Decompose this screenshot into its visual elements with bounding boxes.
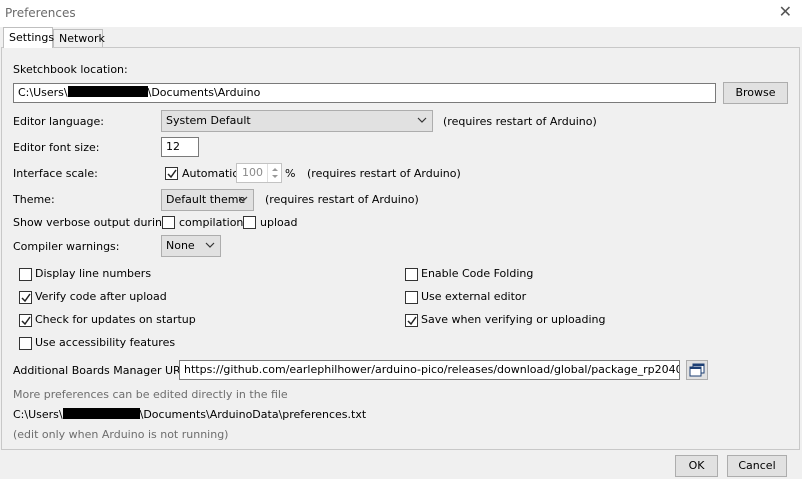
verbose-label: Show verbose output during: <box>13 216 173 229</box>
automatic-label: Automatic <box>182 167 239 180</box>
boards-manager-urls-input[interactable]: https://github.com/earlephilhower/arduin… <box>179 360 680 380</box>
save-when-verifying-label: Save when verifying or uploading <box>421 313 606 326</box>
accessibility-label: Use accessibility features <box>35 336 176 349</box>
edit-note: (edit only when Arduino is not running) <box>13 428 229 441</box>
sketchbook-path-suffix: \Documents\Arduino <box>147 86 261 99</box>
prefs-path-prefix: C:\Users\ <box>13 408 63 421</box>
tab-settings-label: Settings <box>9 31 55 44</box>
code-folding-label: Enable Code Folding <box>421 267 534 280</box>
settings-panel: Sketchbook location: C:\Users\ \Documents… <box>1 47 800 450</box>
check-icon <box>167 169 177 179</box>
save-when-verifying-checkbox[interactable] <box>405 314 418 327</box>
theme-label: Theme: <box>13 193 55 206</box>
browse-button[interactable]: Browse <box>723 82 788 104</box>
chevron-down-icon <box>205 242 215 248</box>
code-folding-checkbox[interactable] <box>405 268 418 281</box>
editor-language-label: Editor language: <box>13 115 104 128</box>
theme-select[interactable]: Default theme <box>161 189 254 211</box>
tab-settings[interactable]: Settings <box>3 27 55 48</box>
check-icon <box>21 316 31 326</box>
editor-language-value: System Default <box>166 114 251 127</box>
browse-button-label: Browse <box>735 86 776 99</box>
more-prefs-note: More preferences can be edited directly … <box>13 388 288 401</box>
compilation-label: compilation <box>179 216 244 229</box>
theme-value: Default theme <box>166 193 246 206</box>
redacted-username <box>67 86 148 97</box>
dialog-footer: OK Cancel <box>0 450 802 479</box>
window-icon <box>689 363 705 377</box>
external-editor-label: Use external editor <box>421 290 527 303</box>
spinner-up-down-icon <box>272 168 278 178</box>
theme-note: (requires restart of Arduino) <box>265 193 419 206</box>
cancel-button-label: Cancel <box>738 459 776 472</box>
interface-scale-note: (requires restart of Arduino) <box>307 167 461 180</box>
tab-network[interactable]: Network <box>53 29 105 48</box>
sketchbook-path-prefix: C:\Users\ <box>18 86 68 99</box>
check-icon <box>407 316 417 326</box>
compiler-warnings-value: None <box>166 239 195 252</box>
boards-manager-label: Additional Boards Manager URLs: <box>13 364 197 377</box>
upload-label: upload <box>260 216 298 229</box>
tab-strip: Settings Network <box>0 27 802 48</box>
verify-after-upload-label: Verify code after upload <box>35 290 167 303</box>
interface-scale-label: Interface scale: <box>13 167 98 180</box>
boards-manager-urls-value: https://github.com/earlephilhower/arduin… <box>184 363 679 376</box>
check-updates-checkbox[interactable] <box>19 314 32 327</box>
ok-button[interactable]: OK <box>675 455 718 477</box>
accessibility-checkbox[interactable] <box>19 337 32 350</box>
sketchbook-location-input[interactable]: C:\Users\ \Documents\Arduino <box>13 83 716 103</box>
upload-checkbox[interactable] <box>243 216 256 229</box>
font-size-input[interactable]: 12 <box>161 137 199 157</box>
close-icon[interactable]: ✕ <box>779 3 792 21</box>
redacted-username <box>62 408 140 419</box>
interface-scale-value: 100 <box>242 166 263 179</box>
check-updates-label: Check for updates on startup <box>35 313 196 326</box>
window-title: Preferences <box>5 6 76 20</box>
ok-button-label: OK <box>688 459 705 472</box>
interface-scale-unit: % <box>285 167 296 180</box>
tab-network-label: Network <box>59 32 105 45</box>
edit-urls-button[interactable] <box>686 360 708 380</box>
font-size-value: 12 <box>166 140 180 153</box>
title-bar: Preferences ✕ <box>0 0 802 27</box>
chevron-down-icon <box>238 196 248 202</box>
spinner-arrows[interactable] <box>267 164 281 182</box>
compiler-warnings-select[interactable]: None <box>161 235 221 257</box>
display-line-numbers-label: Display line numbers <box>35 267 152 280</box>
editor-language-select[interactable]: System Default <box>161 110 433 132</box>
verify-after-upload-checkbox[interactable] <box>19 291 32 304</box>
display-line-numbers-checkbox[interactable] <box>19 268 32 281</box>
automatic-checkbox[interactable] <box>165 167 178 180</box>
interface-scale-spinner[interactable]: 100 <box>236 163 282 183</box>
sketchbook-label: Sketchbook location: <box>13 63 128 76</box>
chevron-down-icon <box>417 117 427 123</box>
cancel-button[interactable]: Cancel <box>727 455 787 477</box>
font-size-label: Editor font size: <box>13 141 100 154</box>
compilation-checkbox[interactable] <box>162 216 175 229</box>
editor-language-note: (requires restart of Arduino) <box>443 115 597 128</box>
preferences-file-path: C:\Users\ \Documents\ArduinoData\preferen… <box>13 408 366 421</box>
compiler-warnings-label: Compiler warnings: <box>13 240 120 253</box>
prefs-path-suffix: \Documents\ArduinoData\preferences.txt <box>139 408 367 421</box>
external-editor-checkbox[interactable] <box>405 291 418 304</box>
check-icon <box>21 293 31 303</box>
